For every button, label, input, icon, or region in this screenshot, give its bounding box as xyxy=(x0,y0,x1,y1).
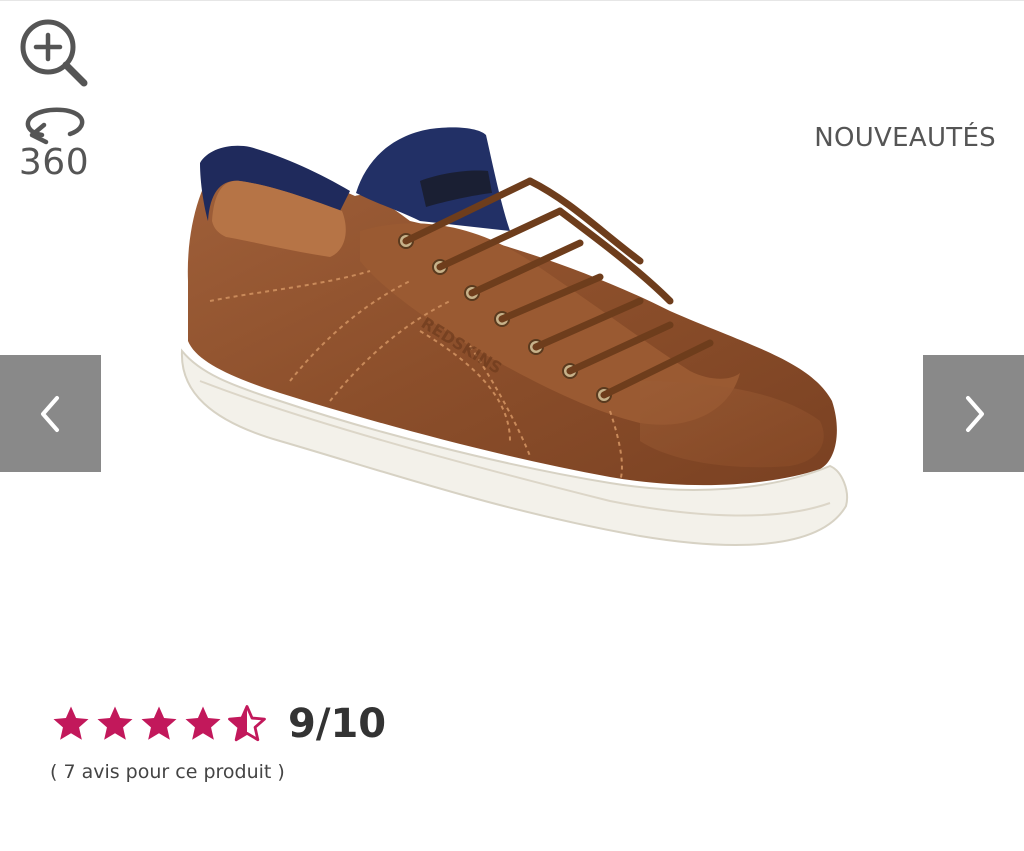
rotate-360-icon xyxy=(25,107,85,145)
star-half-icon xyxy=(228,705,266,742)
next-image-button[interactable] xyxy=(923,355,1024,472)
review-count-link[interactable]: ( 7 avis pour ce produit ) xyxy=(50,761,285,783)
zoom-button[interactable] xyxy=(18,17,90,89)
star-full-icon xyxy=(53,706,89,740)
chevron-left-icon xyxy=(40,395,59,432)
star-full-icon xyxy=(97,706,133,740)
star-full-icon xyxy=(185,706,221,740)
rotate-360-button[interactable]: 360 xyxy=(16,105,92,189)
star-full-icon xyxy=(141,706,177,740)
rotate-360-label: 360 xyxy=(18,142,90,183)
rating-summary: 9/10 xyxy=(50,701,386,747)
product-image[interactable]: REDSKINS xyxy=(170,111,860,581)
zoom-in-icon xyxy=(20,19,88,87)
chevron-right-icon xyxy=(965,395,984,432)
rating-score: 9/10 xyxy=(288,701,387,747)
star-rating xyxy=(50,703,268,745)
previous-image-button[interactable] xyxy=(0,355,101,472)
product-gallery-page: 360 NOUVEAUTÉS REDSKINS 9/10 (7 avis po… xyxy=(0,0,1024,851)
